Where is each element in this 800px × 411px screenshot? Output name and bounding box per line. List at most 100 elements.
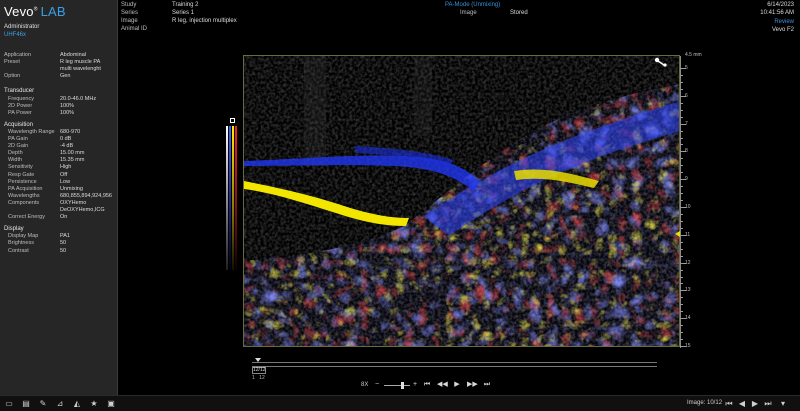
sidebar-value: Abdominal — [60, 52, 86, 58]
depth-tick-label: 8 — [685, 148, 688, 155]
sidebar-value: 20.0-46.0 MHz — [60, 95, 97, 102]
series-label: Series — [121, 10, 139, 16]
depth-axis: 4.5 mm 5 6 7 8 9 10 11 12 13 14 15 — [680, 52, 704, 352]
depth-minor-tick — [680, 158, 683, 160]
save-image-icon[interactable]: ▣ — [106, 399, 116, 409]
sidebar-value: 0 dB — [60, 136, 72, 142]
sidebar-row: Components OXYHemo — [4, 200, 116, 207]
sidebar-section-title: Transducer — [4, 88, 35, 95]
depth-minor-tick — [680, 241, 683, 243]
speed-slider-knob[interactable] — [401, 382, 404, 389]
sidebar-value: 50 — [60, 247, 67, 254]
sidebar-row: 2D Gain -4 dB — [4, 143, 116, 150]
depth-minor-tick — [680, 109, 683, 111]
pa-ultrasound-image[interactable] — [243, 55, 680, 347]
brand-suffix: LAB — [40, 4, 66, 19]
sidebar-value: Gen — [60, 73, 71, 80]
depth-minor-tick — [680, 130, 683, 132]
next-image-icon[interactable]: ▶ — [750, 399, 760, 409]
depth-minor-tick — [680, 102, 683, 104]
speed-increase-button[interactable]: + — [410, 380, 420, 390]
depth-minor-tick — [680, 116, 683, 118]
monitor-icon[interactable]: ▭ — [4, 399, 14, 409]
sidebar-key: Wavelengths — [8, 192, 40, 199]
image-counter: Image: 10/12 — [687, 400, 723, 406]
speed-decrease-button[interactable]: − — [372, 380, 382, 390]
previous-image-icon[interactable]: ◀ — [737, 399, 747, 409]
depth-minor-tick — [680, 311, 683, 313]
brand-name: Vevo — [4, 4, 34, 19]
transducer-orientation-icon — [654, 57, 667, 67]
sidebar-key: Brightness — [8, 240, 34, 247]
sidebar-value: On — [60, 214, 68, 221]
depth-minor-tick — [680, 144, 683, 146]
sidebar-row: Display Map PA1 — [4, 233, 116, 240]
sidebar-value: 680,855,894,924,956 — [60, 192, 112, 199]
sidebar-value: 680-970 — [60, 128, 81, 135]
step-forward-icon[interactable]: ▶▶ — [467, 380, 478, 390]
review-mode[interactable]: Review — [774, 19, 794, 25]
depth-minor-tick — [680, 74, 683, 76]
skip-to-start-icon[interactable]: ⏮ — [422, 380, 432, 390]
user-name: Administrator — [4, 24, 40, 30]
image-menu-icon[interactable]: ▾ — [778, 399, 788, 409]
time: 10:41:56 AM — [760, 10, 794, 16]
depth-minor-tick — [680, 81, 683, 83]
depth-tick-label: 6 — [685, 92, 688, 99]
imaging-mode: PA-Mode (Unmixing) — [445, 2, 501, 8]
focus-marker[interactable] — [675, 231, 680, 237]
sidebar-row: Correct Energy On — [4, 214, 116, 221]
favorite-icon[interactable]: ★ — [89, 399, 99, 409]
sidebar-row: Frequency 20.0-46.0 MHz — [4, 96, 116, 103]
sidebar-section-title: Acquisition — [4, 121, 34, 128]
first-image-icon[interactable]: ⏮ — [724, 399, 734, 409]
study-value: Training 2 — [172, 2, 199, 8]
sidebar-value: Low — [60, 178, 71, 185]
sidebar-key: Depth — [8, 150, 23, 157]
sidebar-row: Width 15.35 mm — [4, 157, 116, 164]
sidebar-key: PA Gain — [8, 136, 28, 142]
exam-icon[interactable]: ▤ — [21, 399, 31, 409]
depth-tick-label: 15 — [685, 343, 691, 349]
sidebar-key: Preset — [4, 59, 20, 66]
study-label: Study — [121, 2, 137, 8]
sidebar-value: High — [60, 164, 72, 171]
depth-minor-tick — [680, 88, 683, 90]
sidebar-key: Components — [8, 199, 40, 206]
sidebar-key: Frequency — [8, 95, 34, 102]
sidebar-key: Width — [8, 157, 23, 164]
sidebar-key: Persistence — [8, 178, 37, 185]
sidebar-value: 15.00 mm — [60, 150, 85, 157]
cine-loop-track[interactable] — [252, 362, 657, 367]
sidebar-value: Unmixing — [60, 185, 83, 192]
annotate-icon[interactable]: ✎ — [38, 399, 48, 409]
color-map-icon[interactable]: ◭ — [72, 399, 82, 409]
last-image-icon[interactable]: ⏭ — [763, 399, 773, 409]
sidebar-row: PA Acquisition Unmixing — [4, 186, 116, 193]
sidebar-key: 2D Gain — [8, 143, 29, 150]
depth-minor-tick — [680, 255, 683, 257]
depth-minor-tick — [680, 165, 683, 167]
sidebar-value: 100% — [60, 102, 75, 109]
vevo-lab-logo: Vevo® LAB — [4, 4, 66, 19]
play-icon[interactable]: ▶ — [452, 380, 462, 390]
step-back-icon[interactable]: ◀◀ — [437, 380, 448, 390]
image-value: R leg, injection multiplex — [172, 18, 237, 24]
depth-tick-label: 14 — [685, 315, 691, 322]
sidebar-row: Wavelengths 680,855,894,924,956 — [4, 193, 116, 200]
sidebar-key: 2D Power — [8, 102, 33, 109]
sidebar-value: Off — [60, 171, 68, 178]
measure-icon[interactable]: ⊿ — [55, 399, 65, 409]
depth-tick-label: 7 — [685, 120, 688, 127]
playback-speed[interactable]: 8X — [361, 382, 368, 388]
frame-range-end: 12 — [259, 375, 265, 381]
system-name: Vevo F2 — [771, 27, 794, 33]
sidebar-row: Persistence Low — [4, 179, 116, 186]
sidebar-value: OXYHemo — [60, 199, 87, 206]
frame-indicator: 12/12 — [252, 367, 266, 374]
info-sidebar: Vevo® LAB Administrator UHF46x Applicatio… — [0, 0, 118, 395]
sidebar-row: 2D Power 100% — [4, 103, 116, 110]
speed-slider-track[interactable] — [384, 385, 410, 386]
skip-to-end-icon[interactable]: ⏭ — [482, 380, 492, 390]
depth-minor-tick — [680, 297, 683, 299]
